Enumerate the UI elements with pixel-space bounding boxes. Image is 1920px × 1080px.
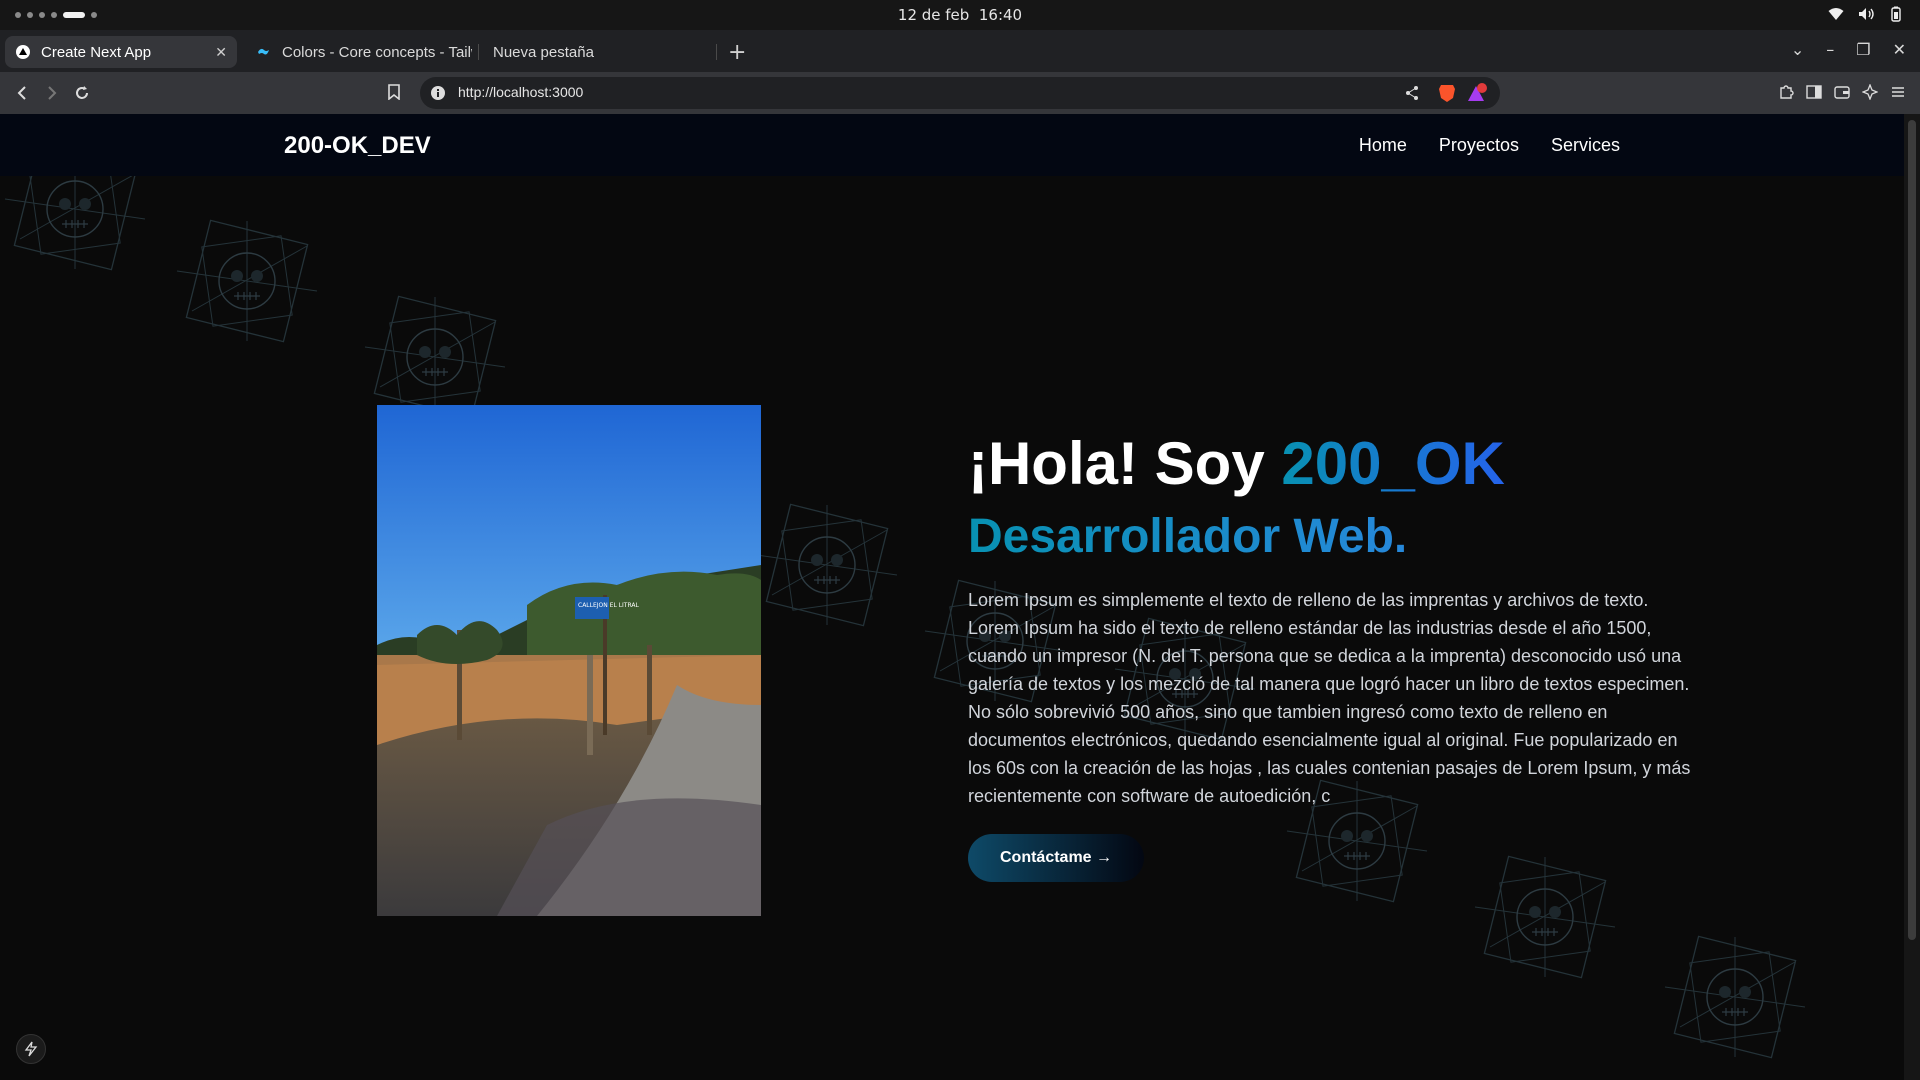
site-header: 200-OK_DEV Home Proyectos Services — [0, 114, 1904, 176]
nav-link-home[interactable]: Home — [1359, 135, 1407, 156]
hero-heading: ¡Hola! Soy 200_OK — [968, 432, 1698, 495]
forward-button[interactable] — [40, 81, 64, 105]
skull-pattern-icon — [364, 295, 506, 419]
volume-icon[interactable] — [1858, 6, 1874, 22]
nav-link-proyectos[interactable]: Proyectos — [1439, 135, 1519, 156]
menu-icon[interactable] — [1890, 84, 1906, 104]
tailwind-favicon-icon — [256, 44, 272, 60]
leo-ai-icon[interactable] — [1861, 83, 1879, 104]
sidebar-toggle-icon[interactable] — [1806, 84, 1822, 104]
hero-section: ¡Hola! Soy 200_OK Desarrollador Web. Lor… — [968, 432, 1698, 882]
clock-time: 16:40 — [978, 6, 1023, 24]
address-bar[interactable]: http://localhost:3000 — [420, 77, 1500, 109]
site-info-icon[interactable] — [430, 85, 446, 105]
contact-button[interactable]: Contáctame → — [968, 834, 1144, 882]
system-clock[interactable]: 12 de feb 16:40 — [0, 6, 1920, 24]
tab-label: Colors - Core concepts - Tailw — [282, 43, 472, 61]
new-tab-button[interactable]: + — [728, 40, 746, 65]
site-brand-logo[interactable]: 200-OK_DEV — [284, 132, 431, 160]
tab-label: Nueva pestaña — [493, 43, 594, 61]
tab-new-tab[interactable]: Nueva pestaña — [483, 36, 715, 68]
skull-pattern-icon — [1664, 935, 1806, 1059]
page-scrollbar[interactable] — [1904, 114, 1920, 1080]
nextjs-dev-indicator-icon[interactable] — [16, 1034, 46, 1064]
hero-name: 200_OK — [1281, 430, 1505, 497]
wifi-icon[interactable] — [1828, 6, 1844, 22]
share-icon[interactable] — [1404, 85, 1420, 105]
clock-date: 12 de feb — [897, 6, 970, 24]
nav-link-services[interactable]: Services — [1551, 135, 1620, 156]
url-text[interactable]: http://localhost:3000 — [458, 84, 583, 100]
battery-icon[interactable] — [1888, 6, 1904, 22]
maximize-window-button[interactable]: ❐ — [1856, 40, 1870, 59]
brave-shields-icon[interactable] — [1438, 83, 1456, 107]
hero-role: Desarrollador Web. — [968, 509, 1698, 564]
brave-rewards-icon[interactable] — [1466, 83, 1488, 107]
scrollbar-thumb[interactable] — [1908, 120, 1916, 940]
nextjs-favicon-icon — [15, 44, 31, 60]
hero-greeting: ¡Hola! Soy — [968, 430, 1282, 497]
web-page: 200-OK_DEV Home Proyectos Services CALLE… — [0, 114, 1904, 1080]
skull-pattern-icon — [756, 503, 898, 627]
browser-tab-strip: Create Next App ✕ Colors - Core concepts… — [0, 30, 1920, 72]
back-button[interactable] — [10, 81, 34, 105]
skull-pattern-icon — [176, 219, 318, 343]
reload-button[interactable] — [70, 81, 94, 105]
hero-description: Lorem Ipsum es simplemente el texto de r… — [968, 590, 1691, 806]
hero-photo: CALLEJON EL LITRAL — [377, 405, 761, 916]
site-nav: Home Proyectos Services — [1359, 135, 1620, 156]
close-tab-icon[interactable]: ✕ — [215, 44, 227, 61]
system-top-bar: 12 de feb 16:40 — [0, 0, 1920, 30]
street-sign-text: CALLEJON EL LITRAL — [578, 602, 640, 609]
tab-tailwind-colors[interactable]: Colors - Core concepts - Tailw — [246, 36, 472, 68]
extensions-icon[interactable] — [1778, 84, 1794, 104]
bookmark-icon[interactable] — [388, 84, 400, 104]
tab-create-next-app[interactable]: Create Next App ✕ — [5, 36, 237, 68]
minimize-window-button[interactable]: – — [1826, 40, 1834, 59]
wallet-icon[interactable] — [1834, 84, 1850, 104]
browser-toolbar: http://localhost:3000 — [0, 72, 1920, 114]
tab-label: Create Next App — [41, 43, 152, 61]
tab-search-chevron-icon[interactable]: ⌄ — [1791, 40, 1804, 59]
close-window-button[interactable]: ✕ — [1893, 40, 1906, 59]
